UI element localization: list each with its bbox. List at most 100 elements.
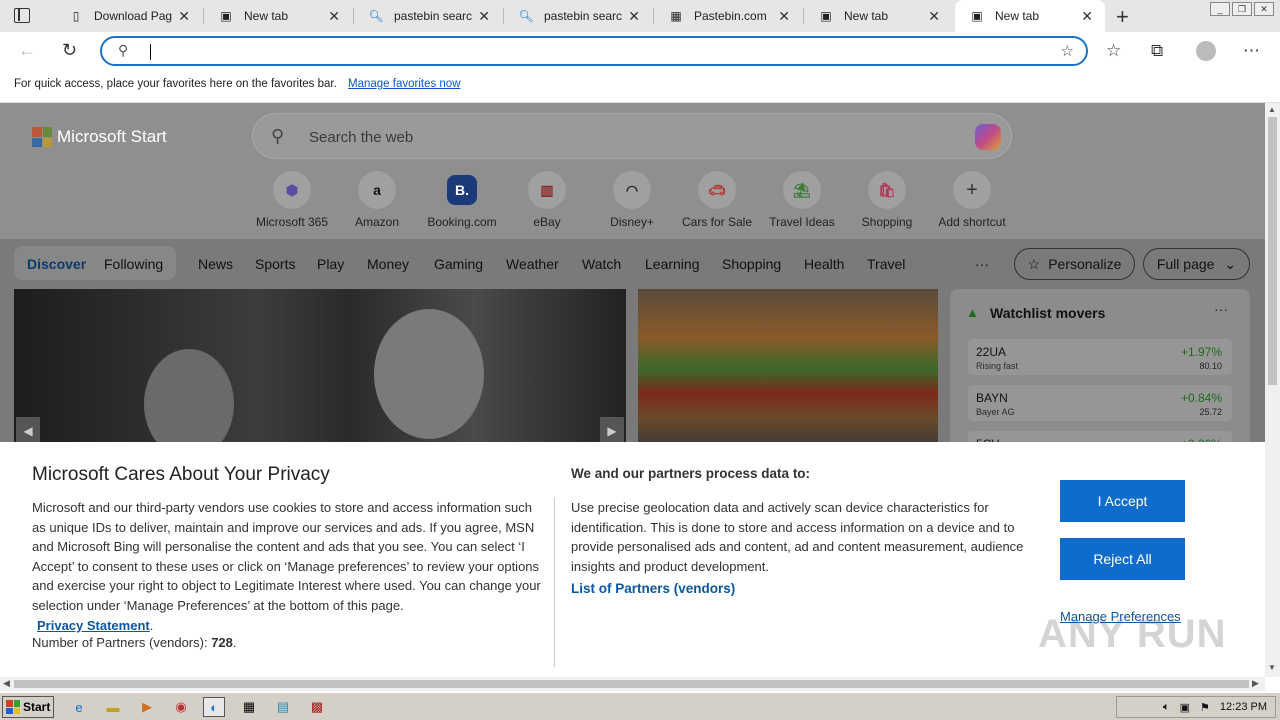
nav-play[interactable]: Play [317,256,344,272]
add-favorite-star-icon[interactable]: ☆ [1061,42,1074,60]
tab-new-tab[interactable]: ▣ New tab ✕ [804,0,952,32]
tab-pastebin[interactable]: ▦ Pastebin.com ✕ [654,0,802,32]
scroll-up-icon[interactable]: ▲ [1268,105,1276,114]
restore-icon[interactable]: ❐ [1232,2,1252,16]
nav-travel[interactable]: Travel [867,256,905,272]
minimize-icon[interactable]: _ [1210,2,1230,16]
tab-new-tab-active[interactable]: ▣ New tab ✕ [955,0,1105,32]
ie-icon[interactable]: e [68,697,90,717]
close-icon[interactable]: ✕ [1081,8,1093,25]
shortcut-shopping[interactable]: 🛍︎ Shopping [842,171,932,229]
shortcut-amazon[interactable]: a Amazon [332,171,422,229]
newtab-icon: ▣ [220,9,232,23]
full-page-dropdown[interactable]: Full page ⌄ [1143,248,1250,280]
horizontal-scrollbar[interactable]: ◀ ▶ [0,677,1265,691]
folder-icon[interactable]: ▬ [102,697,124,717]
scroll-thumb[interactable] [14,680,1249,688]
close-icon[interactable]: ✕ [178,8,190,25]
more-options-icon[interactable]: ··· [1214,301,1228,317]
close-icon[interactable]: ✕ [778,8,790,25]
scroll-down-icon[interactable]: ▼ [1268,663,1276,672]
travel-icon: ⛱ [783,171,821,209]
shortcut-cars[interactable]: 🚗︎ Cars for Sale [672,171,762,229]
network-icon[interactable]: ▣ [1180,701,1190,714]
carousel-prev-icon[interactable]: ◀ [16,417,40,445]
pastebin-icon: ▦ [670,9,682,23]
scroll-thumb[interactable] [1268,117,1277,385]
favorites-icon[interactable]: ☆ [1106,41,1121,61]
personalize-button[interactable]: ☆ Personalize [1014,248,1135,280]
nav-watch[interactable]: Watch [582,256,621,272]
windows-logo-icon [6,700,20,714]
web-search-box[interactable]: ⚲ Search the web [252,113,1012,159]
partners-list-link[interactable]: List of Partners (vendors) [571,581,735,596]
nav-news[interactable]: News [198,256,233,272]
close-icon[interactable]: ✕ [928,8,940,25]
privacy-statement-link[interactable]: Privacy Statement [37,616,150,636]
close-icon[interactable]: ✕ [478,8,490,25]
back-arrow-icon[interactable]: ← [18,40,36,61]
shortcut-disney[interactable]: ◠ Disney+ [587,171,677,229]
scroll-right-icon[interactable]: ▶ [1252,678,1259,689]
address-bar[interactable]: ⚲ ☆ [100,36,1088,66]
scroll-left-icon[interactable]: ◀ [3,678,10,689]
stock-row[interactable]: 22UA Rising fast +1.97% 80.10 [968,339,1232,375]
search-icon: 🔍︎ [368,9,384,23]
copilot-icon[interactable] [975,124,1001,150]
close-icon[interactable]: ✕ [328,8,340,25]
close-window-icon[interactable]: ✕ [1254,2,1274,16]
avatar[interactable] [1196,41,1216,61]
app-icon[interactable]: ▩ [306,697,328,717]
reject-all-button[interactable]: Reject All [1060,538,1185,580]
shortcut-ebay[interactable]: ▥ eBay [502,171,592,229]
more-menu-icon[interactable]: ⋯ [1243,41,1260,61]
new-tab-plus-icon[interactable]: + [1116,4,1129,30]
app-icon[interactable]: ▦ [238,697,260,717]
nav-weather[interactable]: Weather [506,256,559,272]
window-controls: _ ❐ ✕ [1210,2,1274,16]
taskbar: Start e ▬ ▶ ◉ ◐ ▦ ▤ ▩ 🔈︎ ▣ ⚑ 12:23 PM [0,692,1280,720]
clock[interactable]: 12:23 PM [1220,701,1267,713]
news-card-image[interactable]: ◀ ▶ [14,289,626,459]
tab-new-tab[interactable]: ▣ New tab ✕ [204,0,352,32]
manage-favorites-link[interactable]: Manage favorites now [348,78,461,90]
edge-icon[interactable]: ◐ [203,697,225,717]
car-icon: 🚗︎ [698,171,736,209]
chrome-icon[interactable]: ◉ [170,697,192,717]
tab-following[interactable]: Following [104,256,163,272]
nav-money[interactable]: Money [367,256,409,272]
accept-button[interactable]: I Accept [1060,480,1185,522]
vertical-scrollbar[interactable]: ▲ ▼ [1265,103,1280,677]
nav-shopping[interactable]: Shopping [722,256,781,272]
notepad-icon[interactable]: ▤ [272,697,294,717]
nav-more-icon[interactable]: ··· [975,256,989,272]
refresh-icon[interactable]: ↻ [62,40,77,61]
privacy-consent-dialog: Microsoft Cares About Your Privacy Micro… [0,442,1265,677]
tab-pastebin-search[interactable]: 🔍︎ pastebin searc ✕ [504,0,652,32]
tab-discover[interactable]: Discover [27,256,86,272]
stock-row[interactable]: BAYN Bayer AG +0.84% 25.72 [968,385,1232,421]
tab-actions-icon[interactable] [14,8,30,23]
shortcut-add[interactable]: + Add shortcut [927,171,1017,229]
nav-sports[interactable]: Sports [255,256,295,272]
m365-icon: ⬢ [273,171,311,209]
volume-icon[interactable]: 🔈︎ [1163,701,1170,714]
process-title: We and our partners process data to: [571,466,811,481]
collections-icon[interactable]: ⧉ [1151,41,1163,61]
shortcut-booking[interactable]: B. Booking.com [417,171,507,229]
text-caret [150,44,151,60]
shortcut-travel[interactable]: ⛱ Travel Ideas [757,171,847,229]
flag-icon[interactable]: ⚑ [1200,701,1210,714]
shortcut-microsoft-365[interactable]: ⬢ Microsoft 365 [247,171,337,229]
food-card-image[interactable] [638,289,938,449]
close-icon[interactable]: ✕ [628,8,640,25]
carousel-next-icon[interactable]: ▶ [600,417,624,445]
nav-learning[interactable]: Learning [645,256,700,272]
media-player-icon[interactable]: ▶ [136,697,158,717]
manage-preferences-link[interactable]: Manage Preferences [1060,609,1181,624]
start-button[interactable]: Start [2,696,54,718]
nav-gaming[interactable]: Gaming [434,256,483,272]
tab-download-page[interactable]: ▯ Download Pag ✕ [54,0,202,32]
nav-health[interactable]: Health [804,256,844,272]
tab-pastebin-search[interactable]: 🔍︎ pastebin searc ✕ [354,0,502,32]
